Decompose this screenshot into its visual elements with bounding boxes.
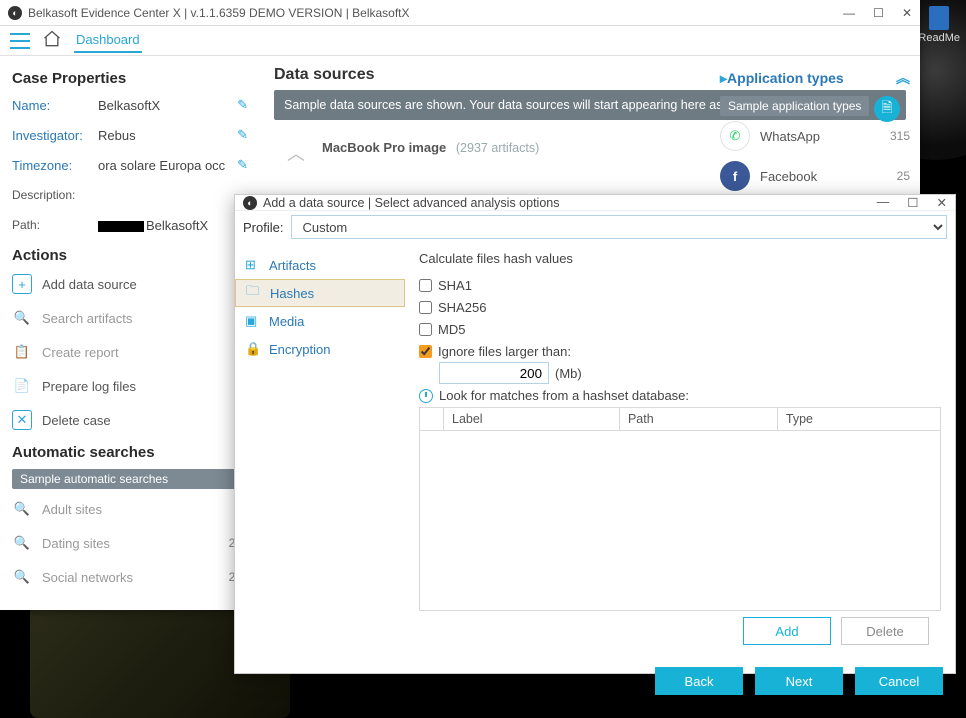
- app-types-badge: Sample application types: [720, 96, 869, 116]
- profile-row: Profile: Custom: [235, 211, 955, 243]
- maximize-button[interactable]: ☐: [873, 6, 884, 20]
- profile-label: Profile:: [243, 220, 283, 235]
- magnifier-icon: 🔍: [12, 499, 32, 519]
- magnifier-icon: 🔍: [12, 308, 32, 328]
- prop-description: Description:: [12, 183, 248, 207]
- app-row-facebook[interactable]: f Facebook 25: [720, 156, 910, 196]
- app-icon: ◐: [8, 6, 22, 20]
- facebook-icon: f: [720, 161, 750, 191]
- col-path[interactable]: Path: [619, 408, 777, 431]
- magnifier-icon: 🔍: [12, 567, 32, 587]
- media-icon: ▣: [245, 313, 261, 329]
- tab-media[interactable]: ▣Media: [235, 307, 405, 335]
- auto-item-dating[interactable]: 🔍 Dating sites 22: [12, 529, 248, 557]
- close-button[interactable]: ✕: [902, 6, 912, 20]
- unit-label: (Mb): [555, 366, 582, 381]
- action-prepare-log[interactable]: 📄 Prepare log files: [12, 372, 248, 400]
- menu-icon[interactable]: [10, 33, 30, 49]
- add-data-source-modal: ◐ Add a data source | Select advanced an…: [234, 194, 956, 674]
- action-add-data-source[interactable]: + Add data source: [12, 270, 248, 298]
- ignore-size-input[interactable]: [439, 362, 549, 384]
- hashset-lookup-label: Look for matches from a hashset database…: [419, 388, 941, 403]
- x-icon: ✕: [12, 410, 32, 430]
- lock-icon: 🔒: [245, 341, 261, 357]
- modal-footer: Back Next Cancel: [235, 659, 955, 705]
- hashset-table-body: [419, 431, 941, 611]
- checkbox-ignore-larger[interactable]: Ignore files larger than:: [419, 340, 941, 362]
- plus-icon: +: [12, 274, 32, 294]
- modal-main: Calculate files hash values SHA1 SHA256 …: [405, 243, 955, 659]
- ds-item-count: (2937 artifacts): [456, 141, 539, 155]
- delete-hashset-button[interactable]: Delete: [841, 617, 929, 645]
- prop-path: Path: BelkasoftX: [12, 213, 248, 237]
- clipboard-icon: 📋: [12, 342, 32, 362]
- modal-title-text: Add a data source | Select advanced anal…: [263, 196, 560, 210]
- add-hashset-button[interactable]: Add: [743, 617, 831, 645]
- actions-heading: Actions: [12, 247, 248, 264]
- folder-icon: 🗀: [246, 282, 262, 304]
- edit-icon[interactable]: ✎: [237, 127, 248, 143]
- prop-name: Name: BelkasoftX ✎: [12, 93, 248, 117]
- edit-icon[interactable]: ✎: [237, 157, 248, 173]
- top-toolbar: Dashboard: [0, 26, 920, 56]
- minimize-button[interactable]: —: [843, 6, 855, 20]
- action-delete-case[interactable]: ✕ Delete case: [12, 406, 248, 434]
- prop-timezone: Timezone: ora solare Europa occ ✎: [12, 153, 248, 177]
- hash-heading: Calculate files hash values: [419, 251, 941, 266]
- clock-icon: [419, 389, 433, 403]
- titlebar[interactable]: ◐ Belkasoft Evidence Center X | v.1.1.63…: [0, 0, 920, 26]
- auto-item-social[interactable]: 🔍 Social networks 20: [12, 563, 248, 591]
- document-icon: 📄: [12, 376, 32, 396]
- chevron-up-icon[interactable]: ︽: [896, 68, 910, 88]
- shortcut-label: ReadMe: [918, 32, 960, 44]
- file-icon: [929, 6, 949, 30]
- tab-artifacts[interactable]: ⊞Artifacts: [235, 251, 405, 279]
- home-icon[interactable]: [42, 29, 62, 52]
- edit-icon[interactable]: ✎: [237, 97, 248, 113]
- prop-investigator: Investigator: Rebus ✎: [12, 123, 248, 147]
- case-properties-heading: Case Properties: [12, 70, 248, 87]
- desktop-shortcut-readme[interactable]: ReadMe: [918, 6, 960, 44]
- sidebar: Case Properties Name: BelkasoftX ✎ Inves…: [0, 56, 260, 610]
- minimize-button[interactable]: —: [877, 195, 890, 210]
- application-types-heading: Application types: [727, 70, 844, 86]
- auto-searches-heading: Automatic searches: [12, 444, 248, 461]
- app-icon: ◐: [243, 196, 257, 210]
- modal-sidebar: ⊞Artifacts 🗀Hashes ▣Media 🔒Encryption: [235, 243, 405, 659]
- window-title: Belkasoft Evidence Center X | v.1.1.6359…: [28, 6, 410, 20]
- checkbox-md5[interactable]: MD5: [419, 318, 941, 340]
- auto-item-adult[interactable]: 🔍 Adult sites 2: [12, 495, 248, 523]
- tab-hashes[interactable]: 🗀Hashes: [235, 279, 405, 307]
- close-button[interactable]: ✕: [937, 195, 947, 210]
- chevron-up-icon[interactable]: ︿: [284, 140, 308, 166]
- back-button[interactable]: Back: [655, 667, 743, 695]
- application-types-panel: ▸ Application types ︽ Sample application…: [710, 56, 920, 202]
- cancel-button[interactable]: Cancel: [855, 667, 943, 695]
- checkbox-sha1[interactable]: SHA1: [419, 274, 941, 296]
- action-search-artifacts[interactable]: 🔍 Search artifacts: [12, 304, 248, 332]
- profile-select[interactable]: Custom: [291, 215, 947, 239]
- action-create-report[interactable]: 📋 Create report: [12, 338, 248, 366]
- col-label[interactable]: Label: [444, 408, 620, 431]
- collapse-icon[interactable]: ▸: [720, 70, 727, 87]
- col-type[interactable]: Type: [777, 408, 940, 431]
- tab-encryption[interactable]: 🔒Encryption: [235, 335, 405, 363]
- redacted-path: [98, 221, 144, 232]
- hashset-table: Label Path Type: [419, 407, 941, 431]
- grid-icon: ⊞: [245, 257, 261, 273]
- magnifier-icon: 🔍: [12, 533, 32, 553]
- modal-titlebar[interactable]: ◐ Add a data source | Select advanced an…: [235, 195, 955, 211]
- col-checkbox[interactable]: [420, 408, 444, 431]
- maximize-button[interactable]: ☐: [907, 195, 918, 210]
- next-button[interactable]: Next: [755, 667, 843, 695]
- whatsapp-icon: ✆: [720, 121, 750, 151]
- auto-searches-badge: Sample automatic searches: [12, 469, 248, 489]
- checkbox-sha256[interactable]: SHA256: [419, 296, 941, 318]
- ds-item-title: MacBook Pro image: [322, 140, 446, 155]
- app-row-whatsapp[interactable]: ✆ WhatsApp 315: [720, 116, 910, 156]
- tab-dashboard[interactable]: Dashboard: [74, 28, 142, 53]
